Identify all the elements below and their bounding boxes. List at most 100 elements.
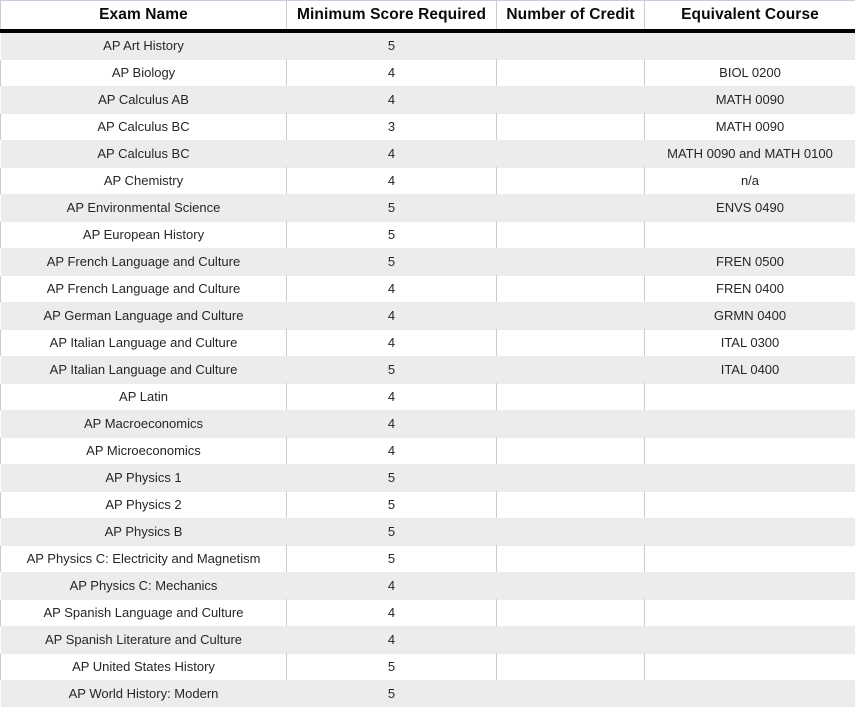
table-row: AP Calculus BC4MATH 0090 and MATH 0100 (1, 141, 855, 168)
cell-equiv_course (645, 681, 855, 707)
cell-exam_name: AP Latin (1, 384, 287, 411)
cell-exam_name: AP Spanish Literature and Culture (1, 627, 287, 654)
table-row: AP Italian Language and Culture5ITAL 040… (1, 357, 855, 384)
cell-min_score: 4 (287, 573, 497, 600)
cell-min_score: 4 (287, 600, 497, 627)
cell-min_score: 4 (287, 60, 497, 87)
cell-min_score: 4 (287, 411, 497, 438)
ap-credit-table-container: Exam Name Minimum Score Required Number … (0, 0, 855, 677)
cell-num_credit (497, 519, 645, 546)
table-row: AP French Language and Culture4 FREN 0400 (1, 276, 855, 303)
cell-equiv_course (645, 627, 855, 654)
cell-equiv_course: GRMN 0400 (645, 303, 855, 330)
cell-num_credit (497, 303, 645, 330)
cell-min_score: 5 (287, 357, 497, 384)
cell-equiv_course (645, 384, 855, 411)
table-row: AP Calculus BC3MATH 0090 (1, 114, 855, 141)
cell-equiv_course (645, 411, 855, 438)
cell-num_credit (497, 249, 645, 276)
cell-equiv_course (645, 573, 855, 600)
column-header-equivalent-course: Equivalent Course (645, 1, 855, 32)
cell-min_score: 4 (287, 168, 497, 195)
cell-num_credit (497, 168, 645, 195)
cell-num_credit (497, 60, 645, 87)
cell-min_score: 4 (287, 276, 497, 303)
cell-num_credit (497, 573, 645, 600)
cell-num_credit (497, 114, 645, 141)
cell-min_score: 4 (287, 303, 497, 330)
cell-num_credit (497, 681, 645, 707)
cell-num_credit (497, 546, 645, 573)
cell-min_score: 5 (287, 195, 497, 222)
column-header-minimum-score: Minimum Score Required (287, 1, 497, 32)
cell-exam_name: AP Spanish Language and Culture (1, 600, 287, 627)
table-row: AP Art History5 (1, 31, 855, 60)
cell-exam_name: AP Microeconomics (1, 438, 287, 465)
cell-min_score: 5 (287, 681, 497, 707)
cell-exam_name: AP Art History (1, 31, 287, 60)
cell-num_credit (497, 357, 645, 384)
cell-num_credit (497, 465, 645, 492)
cell-exam_name: AP Environmental Science (1, 195, 287, 222)
table-row: AP Physics 25 (1, 492, 855, 519)
cell-min_score: 5 (287, 654, 497, 681)
cell-exam_name: AP Italian Language and Culture (1, 357, 287, 384)
cell-min_score: 4 (287, 87, 497, 114)
cell-min_score: 4 (287, 627, 497, 654)
cell-exam_name: AP World History: Modern (1, 681, 287, 707)
cell-exam_name: AP French Language and Culture (1, 249, 287, 276)
cell-min_score: 5 (287, 31, 497, 60)
cell-exam_name: AP Biology (1, 60, 287, 87)
table-body: AP Art History5AP Biology4BIOL 0200AP Ca… (1, 31, 855, 707)
cell-num_credit (497, 492, 645, 519)
cell-exam_name: AP Calculus BC (1, 114, 287, 141)
cell-num_credit (497, 600, 645, 627)
cell-exam_name: AP Macroeconomics (1, 411, 287, 438)
cell-equiv_course (645, 222, 855, 249)
table-row: AP Latin4 (1, 384, 855, 411)
table-row: AP Microeconomics4 (1, 438, 855, 465)
cell-exam_name: AP Calculus BC (1, 141, 287, 168)
cell-num_credit (497, 411, 645, 438)
cell-exam_name: AP Physics C: Electricity and Magnetism (1, 546, 287, 573)
cell-equiv_course (645, 465, 855, 492)
cell-num_credit (497, 31, 645, 60)
cell-equiv_course: ITAL 0300 (645, 330, 855, 357)
table-row: AP Physics 15 (1, 465, 855, 492)
cell-min_score: 5 (287, 249, 497, 276)
table-row: AP Physics C: Electricity and Magnetism5 (1, 546, 855, 573)
cell-equiv_course (645, 438, 855, 465)
cell-min_score: 5 (287, 519, 497, 546)
cell-num_credit (497, 141, 645, 168)
cell-num_credit (497, 276, 645, 303)
table-row: AP Biology4BIOL 0200 (1, 60, 855, 87)
cell-equiv_course: ENVS 0490 (645, 195, 855, 222)
table-row: AP French Language and Culture5FREN 0500 (1, 249, 855, 276)
table-row: AP Physics B5 (1, 519, 855, 546)
cell-exam_name: AP Physics 2 (1, 492, 287, 519)
cell-equiv_course (645, 600, 855, 627)
cell-exam_name: AP French Language and Culture (1, 276, 287, 303)
cell-equiv_course: MATH 0090 (645, 114, 855, 141)
cell-equiv_course: MATH 0090 and MATH 0100 (645, 141, 855, 168)
cell-num_credit (497, 438, 645, 465)
cell-exam_name: AP Physics B (1, 519, 287, 546)
cell-num_credit (497, 384, 645, 411)
cell-equiv_course: n/a (645, 168, 855, 195)
cell-num_credit (497, 654, 645, 681)
cell-equiv_course: FREN 0400 (645, 276, 855, 303)
table-row: AP Environmental Science5 ENVS 0490 (1, 195, 855, 222)
table-row: AP Calculus AB4 MATH 0090 (1, 87, 855, 114)
table-header-row: Exam Name Minimum Score Required Number … (1, 1, 855, 32)
cell-min_score: 5 (287, 465, 497, 492)
table-row: AP Spanish Language and Culture4 (1, 600, 855, 627)
cell-num_credit (497, 222, 645, 249)
cell-exam_name: AP Physics 1 (1, 465, 287, 492)
cell-exam_name: AP European History (1, 222, 287, 249)
cell-equiv_course: MATH 0090 (645, 87, 855, 114)
cell-min_score: 5 (287, 222, 497, 249)
cell-exam_name: AP Calculus AB (1, 87, 287, 114)
column-header-number-of-credit: Number of Credit (497, 1, 645, 32)
table-row: AP Macroeconomics4 (1, 411, 855, 438)
table-row: AP Chemistry4n/a (1, 168, 855, 195)
